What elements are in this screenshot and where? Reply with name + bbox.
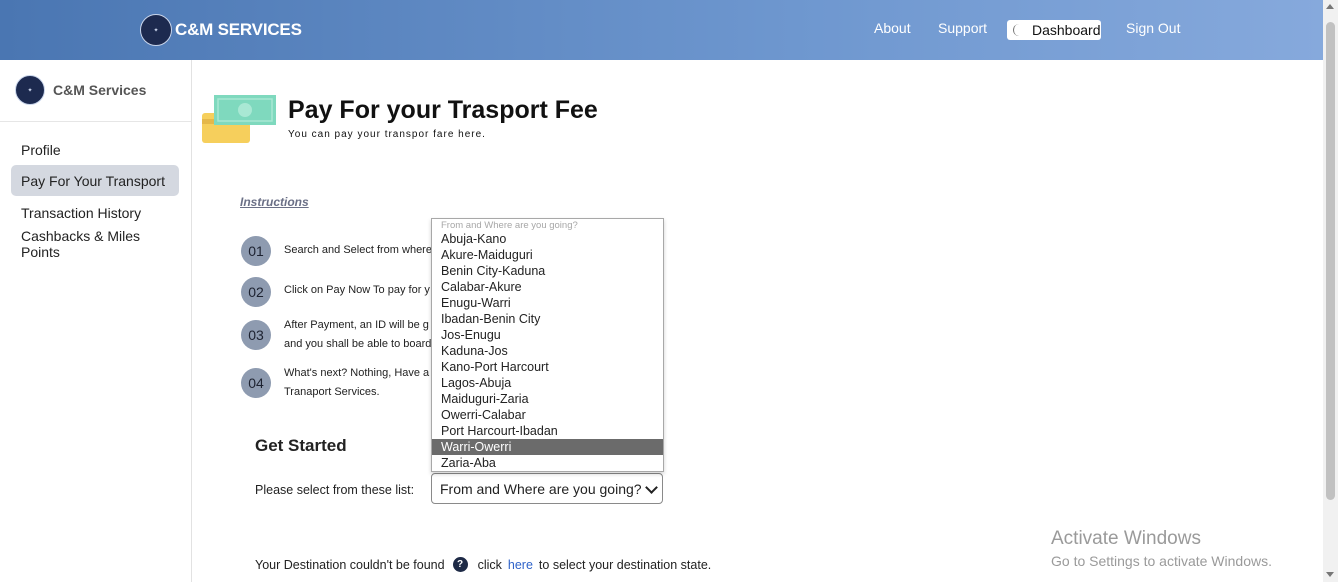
dropdown-option-highlighted[interactable]: Warri-Owerri bbox=[432, 439, 663, 455]
question-icon[interactable]: ? bbox=[452, 557, 468, 572]
step-number: 03 bbox=[241, 320, 271, 350]
sidebar-brand-name: C&M Services bbox=[53, 82, 147, 98]
instructions-link[interactable]: Instructions bbox=[240, 195, 309, 209]
destination-help: Your Destination couldn't be found ? cli… bbox=[255, 557, 711, 572]
dropdown-option[interactable]: Benin City-Kaduna bbox=[432, 263, 663, 279]
scrollbar-thumb[interactable] bbox=[1326, 22, 1335, 500]
dropdown-option[interactable]: Akure-Maiduguri bbox=[432, 247, 663, 263]
nav-support-link[interactable]: Support bbox=[938, 20, 987, 36]
route-dropdown-list[interactable]: From and Where are you going? Abuja-Kano… bbox=[431, 218, 664, 472]
sidebar-brand[interactable]: ✦ C&M Services bbox=[15, 75, 146, 105]
activate-windows-subtitle: Go to Settings to activate Windows. bbox=[1051, 553, 1272, 569]
nav-signout-link[interactable]: Sign Out bbox=[1126, 20, 1180, 36]
dropdown-placeholder-option[interactable]: From and Where are you going? bbox=[432, 220, 663, 231]
step-number: 01 bbox=[241, 236, 271, 266]
page-title: Pay For your Trasport Fee bbox=[288, 96, 598, 124]
select-label: Please select from these list: bbox=[255, 483, 415, 497]
dropdown-option[interactable]: Lagos-Abuja bbox=[432, 375, 663, 391]
destination-here-link[interactable]: here bbox=[508, 558, 533, 572]
destination-help-suffix: to select your destination state. bbox=[538, 557, 712, 572]
click-text: click bbox=[477, 557, 502, 572]
sidebar-item-transaction-history[interactable]: Transaction History bbox=[11, 197, 179, 228]
step-text: Search and Select from where bbox=[284, 244, 432, 256]
dropdown-option[interactable]: Kaduna-Jos bbox=[432, 343, 663, 359]
dropdown-option[interactable]: Port Harcourt-Ibadan bbox=[432, 423, 663, 439]
dropdown-option[interactable]: Maiduguri-Zaria bbox=[432, 391, 663, 407]
sidebar-divider bbox=[0, 121, 191, 122]
company-logo: ✦ bbox=[140, 14, 172, 46]
dropdown-option[interactable]: Ibadan-Benin City bbox=[432, 311, 663, 327]
dashboard-icon bbox=[1013, 24, 1022, 36]
payment-illustration-icon bbox=[202, 95, 276, 143]
route-select[interactable]: From and Where are you going? bbox=[431, 473, 663, 504]
dashboard-label: Dashboard bbox=[1032, 22, 1101, 38]
sidebar-logo: ✦ bbox=[15, 75, 45, 105]
dropdown-option[interactable]: Abuja-Kano bbox=[432, 231, 663, 247]
route-select-value: From and Where are you going? bbox=[440, 480, 642, 497]
dropdown-option[interactable]: Enugu-Warri bbox=[432, 295, 663, 311]
step-text: After Payment, an ID will be g bbox=[284, 319, 429, 331]
dropdown-option[interactable]: Owerri-Calabar bbox=[432, 407, 663, 423]
brand[interactable]: ✦ C&M SERVICES bbox=[140, 14, 302, 46]
sidebar-item-profile[interactable]: Profile bbox=[11, 134, 179, 165]
dropdown-option[interactable]: Zaria-Aba bbox=[432, 455, 663, 471]
step-text-line2: Tranaport Services. bbox=[284, 386, 380, 398]
sidebar-item-pay-transport[interactable]: Pay For Your Transport bbox=[11, 165, 179, 196]
page-subtitle: You can pay your transpor fare here. bbox=[288, 129, 486, 140]
get-started-heading: Get Started bbox=[255, 436, 347, 455]
nav-about-link[interactable]: About bbox=[874, 20, 911, 36]
top-navbar: ✦ C&M SERVICES About Support Dashboard S… bbox=[0, 0, 1323, 60]
chevron-down-icon bbox=[645, 481, 658, 494]
dropdown-option[interactable]: Jos-Enugu bbox=[432, 327, 663, 343]
step-number: 04 bbox=[241, 368, 271, 398]
step-number: 02 bbox=[241, 277, 271, 307]
dropdown-option[interactable]: Kano-Port Harcourt bbox=[432, 359, 663, 375]
step-text-line2: and you shall be able to board bbox=[284, 338, 432, 350]
step-text: What's next? Nothing, Have a bbox=[284, 367, 430, 379]
dropdown-option[interactable]: Calabar-Akure bbox=[432, 279, 663, 295]
scroll-up-icon[interactable] bbox=[1326, 4, 1334, 9]
scroll-down-icon[interactable] bbox=[1326, 572, 1334, 577]
brand-name: C&M SERVICES bbox=[175, 20, 302, 39]
activate-windows-title: Activate Windows bbox=[1051, 528, 1201, 549]
sidebar: ✦ C&M Services Profile Pay For Your Tran… bbox=[0, 60, 192, 582]
destination-help-text: Your Destination couldn't be found bbox=[255, 557, 445, 572]
sidebar-item-cashbacks[interactable]: Cashbacks & Miles Points bbox=[11, 228, 179, 260]
nav-dashboard-button[interactable]: Dashboard bbox=[1007, 20, 1101, 40]
step-text: Click on Pay Now To pay for y bbox=[284, 284, 430, 296]
